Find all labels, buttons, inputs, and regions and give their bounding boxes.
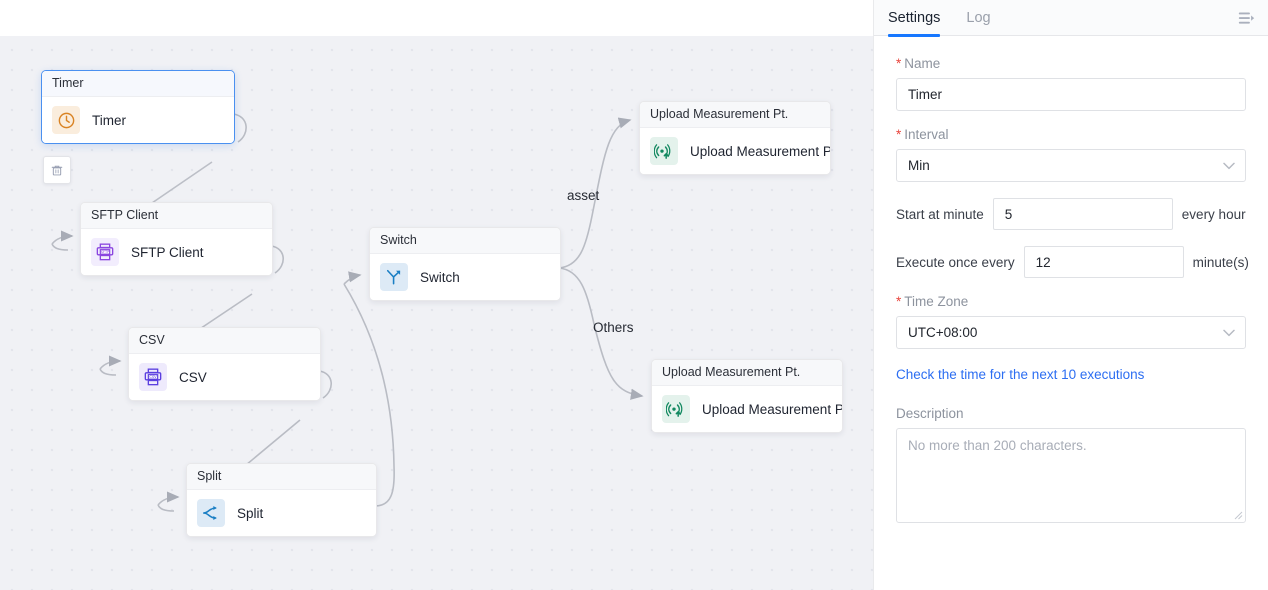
upload-sensor-icon [650, 137, 678, 165]
name-label-text: Name [904, 56, 940, 71]
field-interval: *Interval [896, 127, 1246, 182]
interval-select[interactable] [896, 149, 1246, 182]
check-next-executions-link[interactable]: Check the time for the next 10 execution… [896, 367, 1144, 382]
tab-settings[interactable]: Settings [888, 0, 940, 36]
flow-node-sftp-client[interactable]: SFTP Client SFTP SFTP Client [80, 202, 273, 276]
flow-node-header: CSV [129, 328, 320, 354]
switch-fork-icon [380, 263, 408, 291]
start-at-minute-suffix: every hour [1182, 207, 1246, 222]
description-label: Description [896, 406, 1246, 421]
split-branch-icon [197, 499, 225, 527]
flow-node-upload-measurement-pt-2[interactable]: Upload Measurement Pt. Upload Measuremen… [651, 359, 843, 433]
properties-panel: Settings Log *Name *Interval [873, 0, 1268, 590]
execute-once-every-input[interactable] [1024, 246, 1184, 278]
flow-node-body: Switch [370, 254, 560, 300]
flow-node-body: Upload Measurement Pt. [640, 128, 830, 174]
flow-node-label: SFTP Client [131, 245, 204, 260]
flow-node-body: Upload Measurement Pt. [652, 386, 842, 432]
flow-node-header: Upload Measurement Pt. [640, 102, 830, 128]
time-zone-label-text: Time Zone [904, 294, 968, 309]
field-description: Description [896, 406, 1246, 528]
field-time-zone: *Time Zone [896, 294, 1246, 349]
flow-node-label: Switch [420, 270, 460, 285]
time-zone-label: *Time Zone [896, 294, 1246, 309]
flow-node-body: CSV CSV [129, 354, 320, 400]
flow-node-switch[interactable]: Switch Switch [369, 227, 561, 301]
svg-text:SFTP: SFTP [101, 250, 109, 254]
flow-node-timer[interactable]: Timer Timer [41, 70, 235, 144]
flow-node-header: Timer [42, 71, 234, 97]
field-execute-once-every: Execute once every minute(s) [896, 246, 1246, 278]
flow-node-header: SFTP Client [81, 203, 272, 229]
edge-label-others: Others [593, 320, 634, 335]
time-zone-select[interactable] [896, 316, 1246, 349]
edge-label-asset: asset [567, 188, 599, 203]
tab-log[interactable]: Log [966, 0, 990, 36]
flow-node-body: Split [187, 490, 376, 536]
start-at-minute-prefix: Start at minute [896, 207, 984, 222]
panel-collapse-icon[interactable] [1234, 6, 1258, 30]
required-marker: * [896, 56, 901, 71]
flow-node-csv[interactable]: CSV CSV CSV [128, 327, 321, 401]
description-textarea[interactable] [896, 428, 1246, 523]
interval-label-text: Interval [904, 127, 948, 142]
panel-tab-bar: Settings Log [874, 0, 1268, 36]
flow-node-header: Switch [370, 228, 560, 254]
csv-printer-icon: CSV [139, 363, 167, 391]
interval-label: *Interval [896, 127, 1246, 142]
execute-once-every-prefix: Execute once every [896, 255, 1015, 270]
flow-node-body: SFTP SFTP Client [81, 229, 272, 275]
flow-node-split[interactable]: Split Split [186, 463, 377, 537]
name-label: *Name [896, 56, 1246, 71]
upload-sensor-icon [662, 395, 690, 423]
execute-once-every-suffix: minute(s) [1193, 255, 1249, 270]
flow-node-label: Upload Measurement Pt. [702, 402, 843, 417]
interval-select-value[interactable] [896, 149, 1246, 182]
flow-node-label: Upload Measurement Pt. [690, 144, 831, 159]
svg-text:CSV: CSV [149, 375, 157, 379]
flow-node-header: Split [187, 464, 376, 490]
start-at-minute-input[interactable] [993, 198, 1173, 230]
flow-node-label: CSV [179, 370, 207, 385]
workflow-editor: Timer Timer [0, 0, 1268, 590]
flow-node-body: Timer [42, 97, 234, 143]
flow-node-label: Split [237, 506, 263, 521]
clock-icon [52, 106, 80, 134]
flow-node-header: Upload Measurement Pt. [652, 360, 842, 386]
delete-node-button[interactable] [43, 156, 71, 184]
flow-node-upload-measurement-pt-1[interactable]: Upload Measurement Pt. Upload Measuremen… [639, 101, 831, 175]
required-marker: * [896, 127, 901, 142]
settings-form: *Name *Interval Start at minute [874, 36, 1268, 528]
time-zone-select-value[interactable] [896, 316, 1246, 349]
sftp-printer-icon: SFTP [91, 238, 119, 266]
required-marker: * [896, 294, 901, 309]
name-input[interactable] [896, 78, 1246, 111]
flow-node-label: Timer [92, 113, 126, 128]
flow-canvas[interactable]: Timer Timer [0, 36, 873, 590]
field-name: *Name [896, 56, 1246, 111]
field-start-at-minute: Start at minute every hour [896, 198, 1246, 230]
flow-canvas-area: Timer Timer [0, 0, 873, 590]
